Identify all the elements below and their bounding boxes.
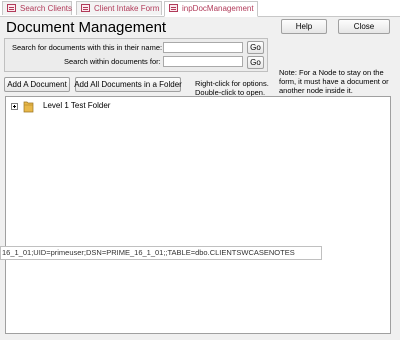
hint-line: Right-click for options. <box>195 79 269 88</box>
tab-label: Search Clients <box>20 4 73 13</box>
tab-inpdocmanagement[interactable]: inpDocManagement <box>164 1 258 17</box>
tab-strip: Search Clients Client Intake Form inpDoc… <box>0 0 400 17</box>
tree-hint: Right-click for options. Double-click to… <box>195 79 269 97</box>
help-button[interactable]: Help <box>281 19 327 34</box>
document-tree[interactable]: Level 1 Test Folder <box>5 96 391 334</box>
add-folder-documents-button[interactable]: Add All Documents in a Folder <box>74 77 182 92</box>
search-within-input[interactable] <box>163 56 243 67</box>
note-line: form, it must have a document or <box>279 77 389 86</box>
close-button[interactable]: Close <box>338 19 390 34</box>
search-name-label: Search for documents with this in their … <box>12 43 163 52</box>
search-within-label: Search within documents for: <box>64 57 161 66</box>
expand-icon[interactable] <box>11 103 18 110</box>
form-icon <box>7 4 16 12</box>
connection-string-field: 16_1_01;UID=primeuser;DSN=PRIME_16_1_01;… <box>0 246 322 260</box>
search-name-input[interactable] <box>163 42 243 53</box>
node-note: Note: For a Node to stay on the form, it… <box>279 68 389 95</box>
tab-search-clients[interactable]: Search Clients <box>2 1 72 15</box>
folder-icon <box>23 101 34 113</box>
tab-label: Client Intake Form <box>94 4 160 13</box>
tab-label: inpDocManagement <box>182 4 254 13</box>
search-within-go-button[interactable]: Go <box>247 56 264 69</box>
page-title: Document Management <box>6 19 167 36</box>
form-icon <box>169 4 178 12</box>
note-line: Note: For a Node to stay on the <box>279 68 384 77</box>
add-document-button[interactable]: Add A Document <box>4 77 70 92</box>
note-line: another node inside it. <box>279 86 353 95</box>
search-name-go-button[interactable]: Go <box>247 41 264 54</box>
tab-client-intake-form[interactable]: Client Intake Form <box>76 1 162 15</box>
form-icon <box>81 4 90 12</box>
tree-node-label[interactable]: Level 1 Test Folder <box>43 101 110 110</box>
search-group: Search for documents with this in their … <box>4 38 268 72</box>
